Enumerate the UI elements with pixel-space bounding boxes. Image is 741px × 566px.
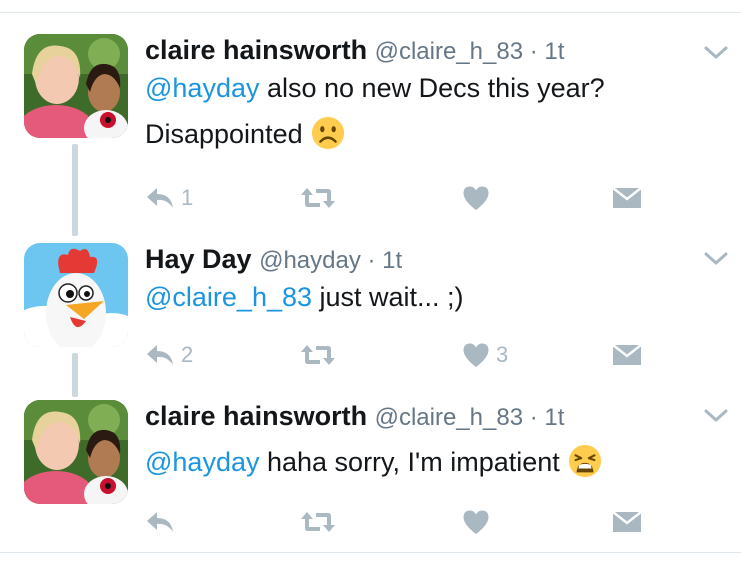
like-button[interactable]: 3: [462, 338, 508, 372]
tweet-text-line: @hayday also no new Decs this year?: [145, 66, 605, 110]
tweet-header: claire hainsworth @claire_h_83 · 1t: [145, 34, 564, 68]
mention-link[interactable]: @claire_h_83: [145, 282, 312, 312]
frowning-face-icon: [311, 116, 344, 149]
tweet-text-line: @claire_h_83 just wait... ;): [145, 275, 464, 319]
retweet-button[interactable]: [300, 181, 336, 215]
reply-button[interactable]: 1: [145, 181, 193, 215]
reply-count: 2: [181, 342, 194, 367]
avatar-hayday[interactable]: [24, 243, 128, 347]
tweet-text: haha sorry, I'm impatient: [259, 447, 560, 477]
retweet-button[interactable]: [300, 338, 336, 372]
tweet-actions: [145, 505, 705, 545]
tweet-text: Disappointed: [145, 119, 303, 149]
like-button[interactable]: [462, 505, 496, 539]
envelope-icon: [612, 344, 642, 365]
handle-time[interactable]: @claire_h_83 · 1t: [375, 38, 565, 65]
handle-time[interactable]: @claire_h_83 · 1t: [375, 404, 565, 431]
bottom-divider: [0, 552, 741, 553]
direct-message-button[interactable]: [612, 181, 642, 215]
display-name[interactable]: Hay Day: [145, 244, 252, 274]
reply-button[interactable]: 2: [145, 338, 193, 372]
retweet-icon: [301, 188, 335, 208]
display-name[interactable]: claire hainsworth: [145, 35, 367, 65]
handle-time[interactable]: @hayday · 1t: [259, 247, 402, 274]
retweet-button[interactable]: [300, 505, 336, 539]
chevron-down-icon[interactable]: [703, 250, 729, 268]
top-divider: [0, 12, 741, 13]
tweet-text: just wait... ;): [312, 282, 464, 312]
avatar-claire[interactable]: [24, 34, 128, 138]
reply-icon: [147, 512, 173, 532]
thread-line: [72, 353, 78, 397]
avatar-claire[interactable]: [24, 400, 128, 504]
heart-icon: [463, 510, 489, 534]
direct-message-button[interactable]: [612, 338, 642, 372]
reply-icon: [147, 188, 173, 208]
heart-icon: [463, 186, 489, 210]
mention-link[interactable]: @hayday: [145, 73, 259, 103]
direct-message-button[interactable]: [612, 505, 642, 539]
tweet-header: claire hainsworth @claire_h_83 · 1t: [145, 400, 564, 434]
tweet-text: also no new Decs this year?: [259, 73, 605, 103]
reply-count: 1: [181, 185, 194, 210]
like-button[interactable]: [462, 181, 496, 215]
reply-button[interactable]: [145, 505, 181, 539]
reply-icon: [147, 345, 173, 365]
retweet-icon: [301, 345, 335, 365]
like-count: 3: [496, 342, 509, 367]
chevron-down-icon[interactable]: [703, 407, 729, 425]
tweet-actions: 1: [145, 181, 705, 221]
envelope-icon: [612, 187, 642, 208]
thread-line: [72, 144, 78, 236]
mention-link[interactable]: @hayday: [145, 447, 259, 477]
display-name[interactable]: claire hainsworth: [145, 401, 367, 431]
envelope-icon: [612, 511, 642, 532]
weary-face-icon: [568, 444, 601, 477]
tweet-text-line: Disappointed: [145, 112, 345, 156]
tweet-header: Hay Day @hayday · 1t: [145, 243, 402, 277]
retweet-icon: [301, 512, 335, 532]
tweet-actions: 2 3: [145, 338, 705, 378]
heart-icon: [463, 343, 489, 367]
chevron-down-icon[interactable]: [703, 44, 729, 62]
tweet-text-line: @hayday haha sorry, I'm impatient: [145, 440, 602, 484]
